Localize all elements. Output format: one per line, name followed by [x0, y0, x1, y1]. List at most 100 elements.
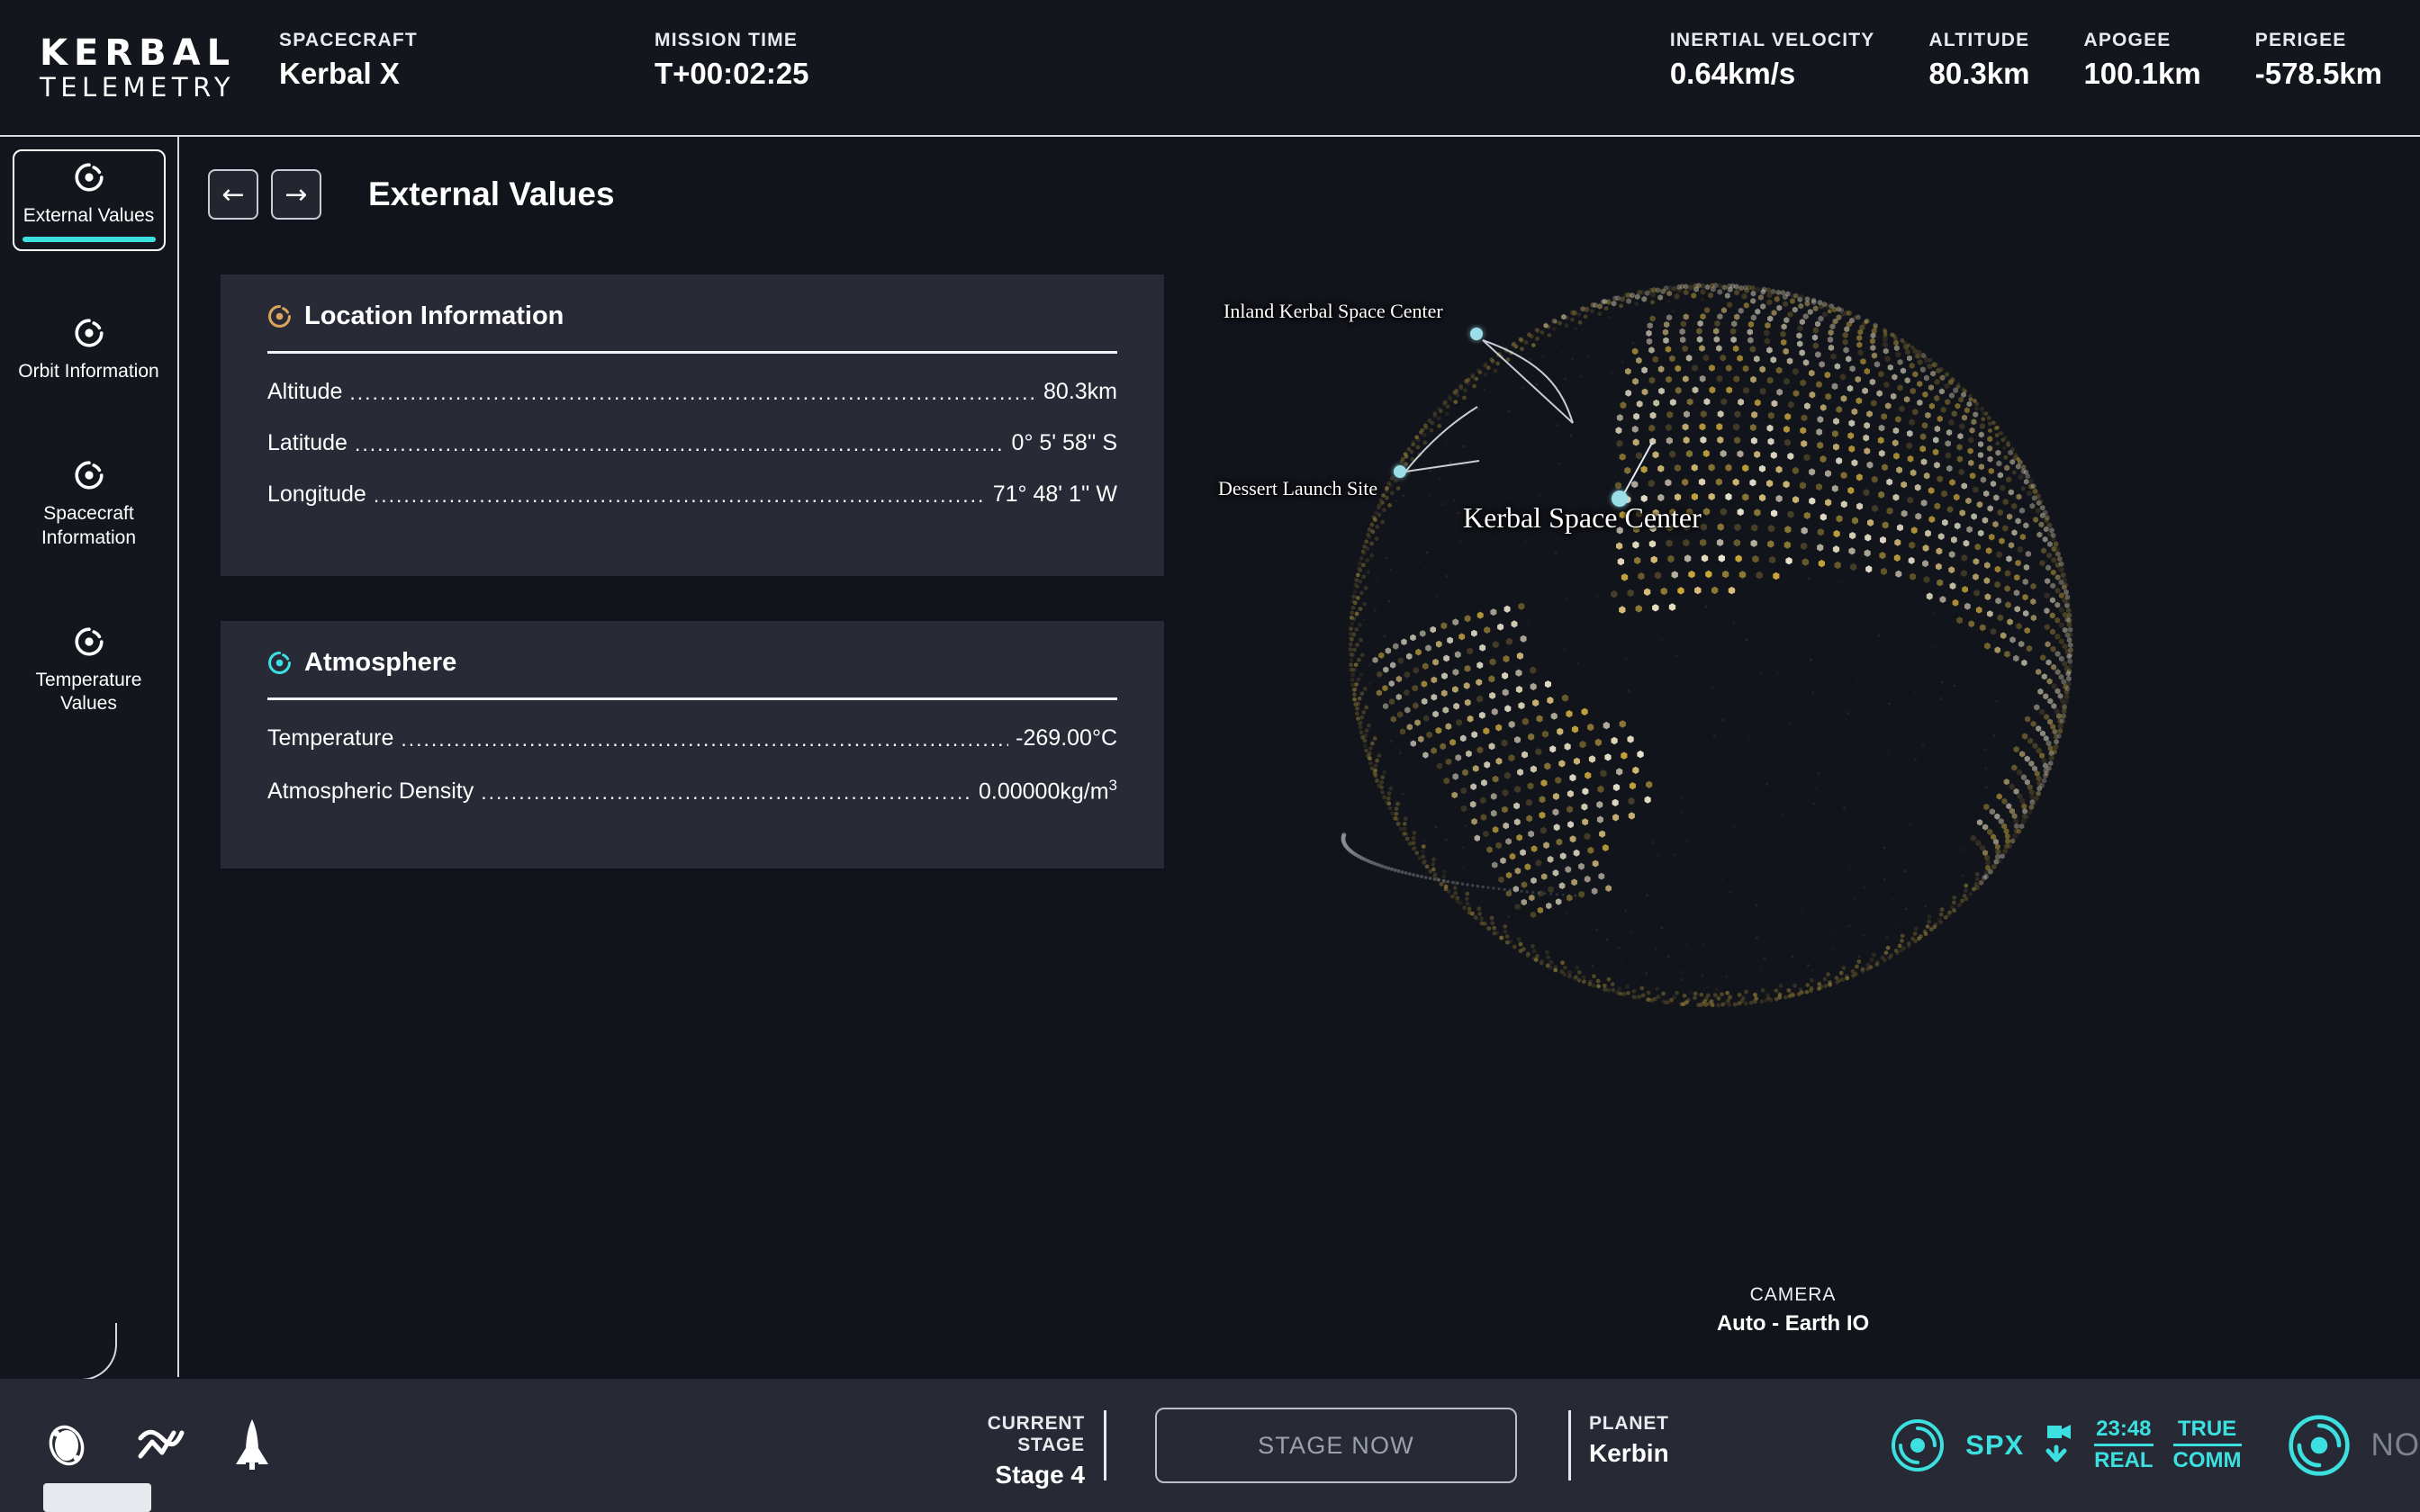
bottom-right-controls: SPX 23:48 REAL TRUE COMM NO: [1890, 1379, 2420, 1512]
comm-status-value: TRUE: [2172, 1417, 2242, 1446]
stat-value: -578.5km: [2254, 57, 2382, 90]
far-right-label: NO: [2370, 1427, 2420, 1462]
aperture-icon: [18, 318, 160, 353]
sidebar-nav: External Values Orbit Information Spacec…: [0, 137, 179, 1377]
sidebar-item-label: Spacecraft Information: [41, 502, 137, 548]
data-row-latitude: Latitude ...............................…: [267, 430, 1117, 456]
mission-time-label: MISSION TIME: [655, 30, 799, 50]
page-title: External Values: [368, 176, 615, 212]
aperture-icon: [18, 162, 160, 197]
leader-dots: ........................................…: [481, 780, 971, 805]
spacecraft-label: SPACECRAFT: [279, 30, 418, 50]
aperture-icon: [18, 460, 160, 495]
comm-status-readout[interactable]: TRUE COMM: [2172, 1417, 2242, 1473]
stat-apogee: APOGEE 100.1km: [2083, 30, 2200, 91]
spacecraft-value: Kerbal X: [279, 57, 400, 90]
card-title: Atmosphere: [267, 648, 1117, 678]
data-row-longitude: Longitude ..............................…: [267, 482, 1117, 508]
aperture-icon: [267, 651, 292, 675]
top-header-bar: KERBAL TELEMETRY SPACECRAFT Kerbal X MIS…: [0, 0, 2420, 137]
spx-label: SPX: [1965, 1429, 2025, 1461]
warp-time-value: 23:48: [2094, 1417, 2154, 1446]
camera-label: CAMERA: [1749, 1284, 1837, 1305]
card-divider: [267, 351, 1117, 354]
header-stats-group: INERTIAL VELOCITY 0.64km/s ALTITUDE 80.3…: [1670, 30, 2382, 91]
forward-button[interactable]: →: [271, 169, 321, 220]
mission-time-value: T+00:02:25: [655, 57, 809, 90]
row-key: Altitude: [267, 379, 343, 404]
row-value: 71° 48' 1'' W: [992, 482, 1117, 507]
row-key: Longitude: [267, 482, 366, 507]
camera-value: Auto - Earth IO: [1716, 1311, 1870, 1336]
data-row-temperature: Temperature ............................…: [267, 725, 1117, 752]
taskbar-item[interactable]: [43, 1483, 151, 1512]
marker-dot-dessert-launch-site[interactable]: [1394, 465, 1406, 478]
card-title-text: Atmosphere: [304, 648, 457, 677]
globe-viewport[interactable]: Inland Kerbal Space Center Dessert Launc…: [1166, 137, 2420, 1377]
sidebar-item-spacecraft-information[interactable]: Spacecraft Information: [13, 447, 166, 560]
card-divider: [267, 698, 1117, 700]
stat-perigee: PERIGEE -578.5km: [2255, 30, 2382, 91]
stat-label: PERIGEE: [2254, 30, 2347, 50]
marker-label-kerbal-space-center: Kerbal Space Center: [1463, 501, 1702, 534]
stat-label: INERTIAL VELOCITY: [1669, 30, 1875, 50]
sidebar-item-orbit-information[interactable]: Orbit Information: [13, 305, 166, 393]
orbit-icon[interactable]: [43, 1422, 90, 1469]
leader-dots: ........................................…: [373, 483, 986, 507]
sidebar-item-external-values[interactable]: External Values: [12, 149, 166, 251]
current-stage-label: CURRENT STAGE: [987, 1413, 1085, 1455]
stat-value: 0.64km/s: [1669, 57, 1796, 90]
card-title-text: Location Information: [304, 302, 564, 330]
marker-label-dessert-launch-site: Dessert Launch Site: [1218, 477, 1378, 500]
row-value: 0° 5' 58'' S: [1011, 430, 1117, 455]
current-stage-value: Stage 4: [995, 1461, 1085, 1489]
bottom-icon-group: [43, 1418, 272, 1473]
separator: [1568, 1410, 1571, 1480]
comm-status-label: COMM: [2172, 1448, 2242, 1472]
signal-target-icon[interactable]: [1890, 1418, 1946, 1473]
data-row-altitude: Altitude ...............................…: [267, 379, 1117, 405]
rocket-icon[interactable]: [232, 1418, 272, 1473]
app-logo: KERBAL TELEMETRY: [40, 35, 247, 101]
stage-now-button[interactable]: STAGE NOW: [1155, 1408, 1517, 1483]
camera-readout: CAMERA Auto - Earth IO: [1166, 1284, 2420, 1336]
row-key: Latitude: [267, 430, 348, 455]
leader-dots: ........................................…: [349, 381, 1036, 404]
mission-time-readout: MISSION TIME T+00:02:25: [655, 30, 809, 91]
separator: [1104, 1410, 1106, 1480]
card-atmosphere: Atmosphere Temperature .................…: [221, 621, 1164, 868]
current-stage-readout: CURRENT STAGE Stage 4: [923, 1413, 1085, 1490]
stat-inertial-velocity: INERTIAL VELOCITY 0.64km/s: [1670, 30, 1875, 91]
row-value: 80.3km: [1043, 379, 1117, 404]
row-value: -269.00°C: [1016, 725, 1117, 751]
marker-dot-inland-kerbal-space-center[interactable]: [1470, 328, 1483, 340]
row-value-text: 0.00000kg/m: [978, 778, 1109, 805]
stat-label: ALTITUDE: [1928, 30, 2030, 50]
leader-dots: ........................................…: [354, 432, 1005, 455]
planet-readout: PLANET Kerbin: [1589, 1413, 1669, 1468]
logo-line-1: KERBAL: [40, 32, 237, 74]
row-key: Temperature: [267, 725, 394, 751]
card-title: Location Information: [267, 302, 1117, 331]
row-value: 0.00000kg/m3: [979, 777, 1117, 805]
radar-target-icon[interactable]: [2287, 1413, 2352, 1478]
chart-icon[interactable]: [137, 1426, 185, 1465]
stat-label: APOGEE: [2083, 30, 2172, 50]
stat-value: 100.1km: [2083, 57, 2201, 90]
sidebar-item-temperature-values[interactable]: Temperature Values: [13, 614, 166, 726]
warp-time-readout[interactable]: 23:48 REAL: [2094, 1417, 2154, 1473]
marker-label-inland-kerbal-space-center: Inland Kerbal Space Center: [1224, 300, 1443, 322]
leader-dots: ........................................…: [401, 727, 1008, 751]
row-value-superscript: 3: [1108, 777, 1117, 794]
stat-altitude: ALTITUDE 80.3km: [1929, 30, 2030, 91]
logo-line-2: TELEMETRY: [40, 71, 236, 103]
back-button[interactable]: ←: [208, 169, 258, 220]
spacecraft-readout: SPACECRAFT Kerbal X: [279, 30, 418, 91]
data-row-atmospheric-density: Atmospheric Density ....................…: [267, 777, 1117, 805]
aperture-icon: [18, 626, 160, 662]
camera-download-icon[interactable]: [2044, 1418, 2074, 1472]
sidebar-item-label: Orbit Information: [18, 360, 159, 382]
